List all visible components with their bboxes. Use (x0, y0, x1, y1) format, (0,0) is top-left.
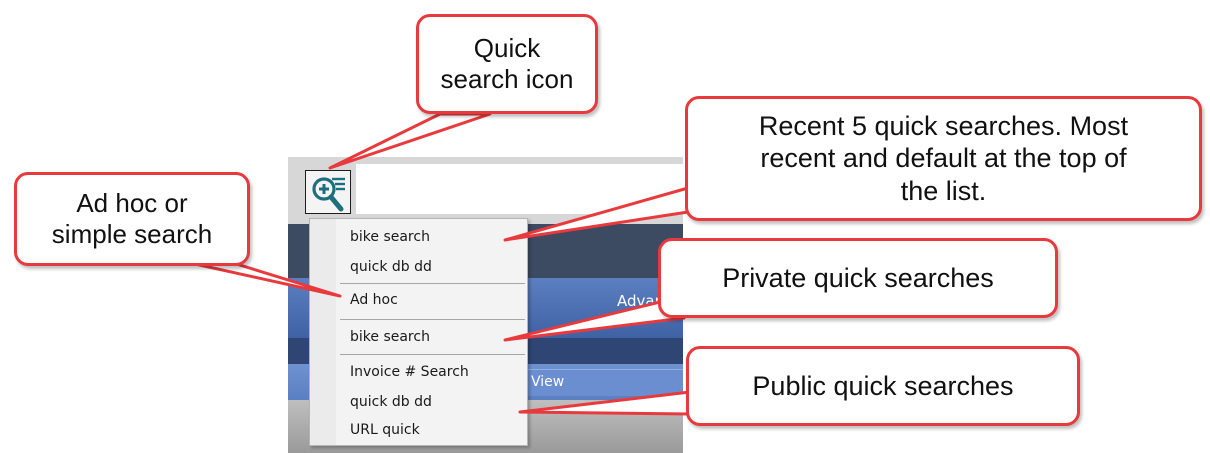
pointer-recent (503, 186, 690, 242)
callout-public-searches-text: Public quick searches (752, 370, 1014, 401)
pointer-ad-hoc (184, 260, 342, 298)
callout-private-searches-text: Private quick searches (722, 262, 994, 293)
pointer-icon (328, 112, 492, 170)
callout-quick-search-icon-text: Quick search icon (440, 32, 574, 94)
callout-private-searches: Private quick searches (658, 238, 1058, 318)
callout-ad-hoc-text: Ad hoc or simple search (51, 187, 213, 249)
callout-ad-hoc: Ad hoc or simple search (14, 172, 250, 266)
callout-quick-search-icon: Quick search icon (416, 14, 598, 114)
callout-recent-searches: Recent 5 quick searches. Most recent and… (685, 96, 1202, 221)
callout-recent-searches-text: Recent 5 quick searches. Most recent and… (758, 110, 1129, 206)
callout-public-searches: Public quick searches (686, 346, 1080, 426)
pointer-public (518, 390, 692, 416)
pointer-private (503, 300, 686, 342)
